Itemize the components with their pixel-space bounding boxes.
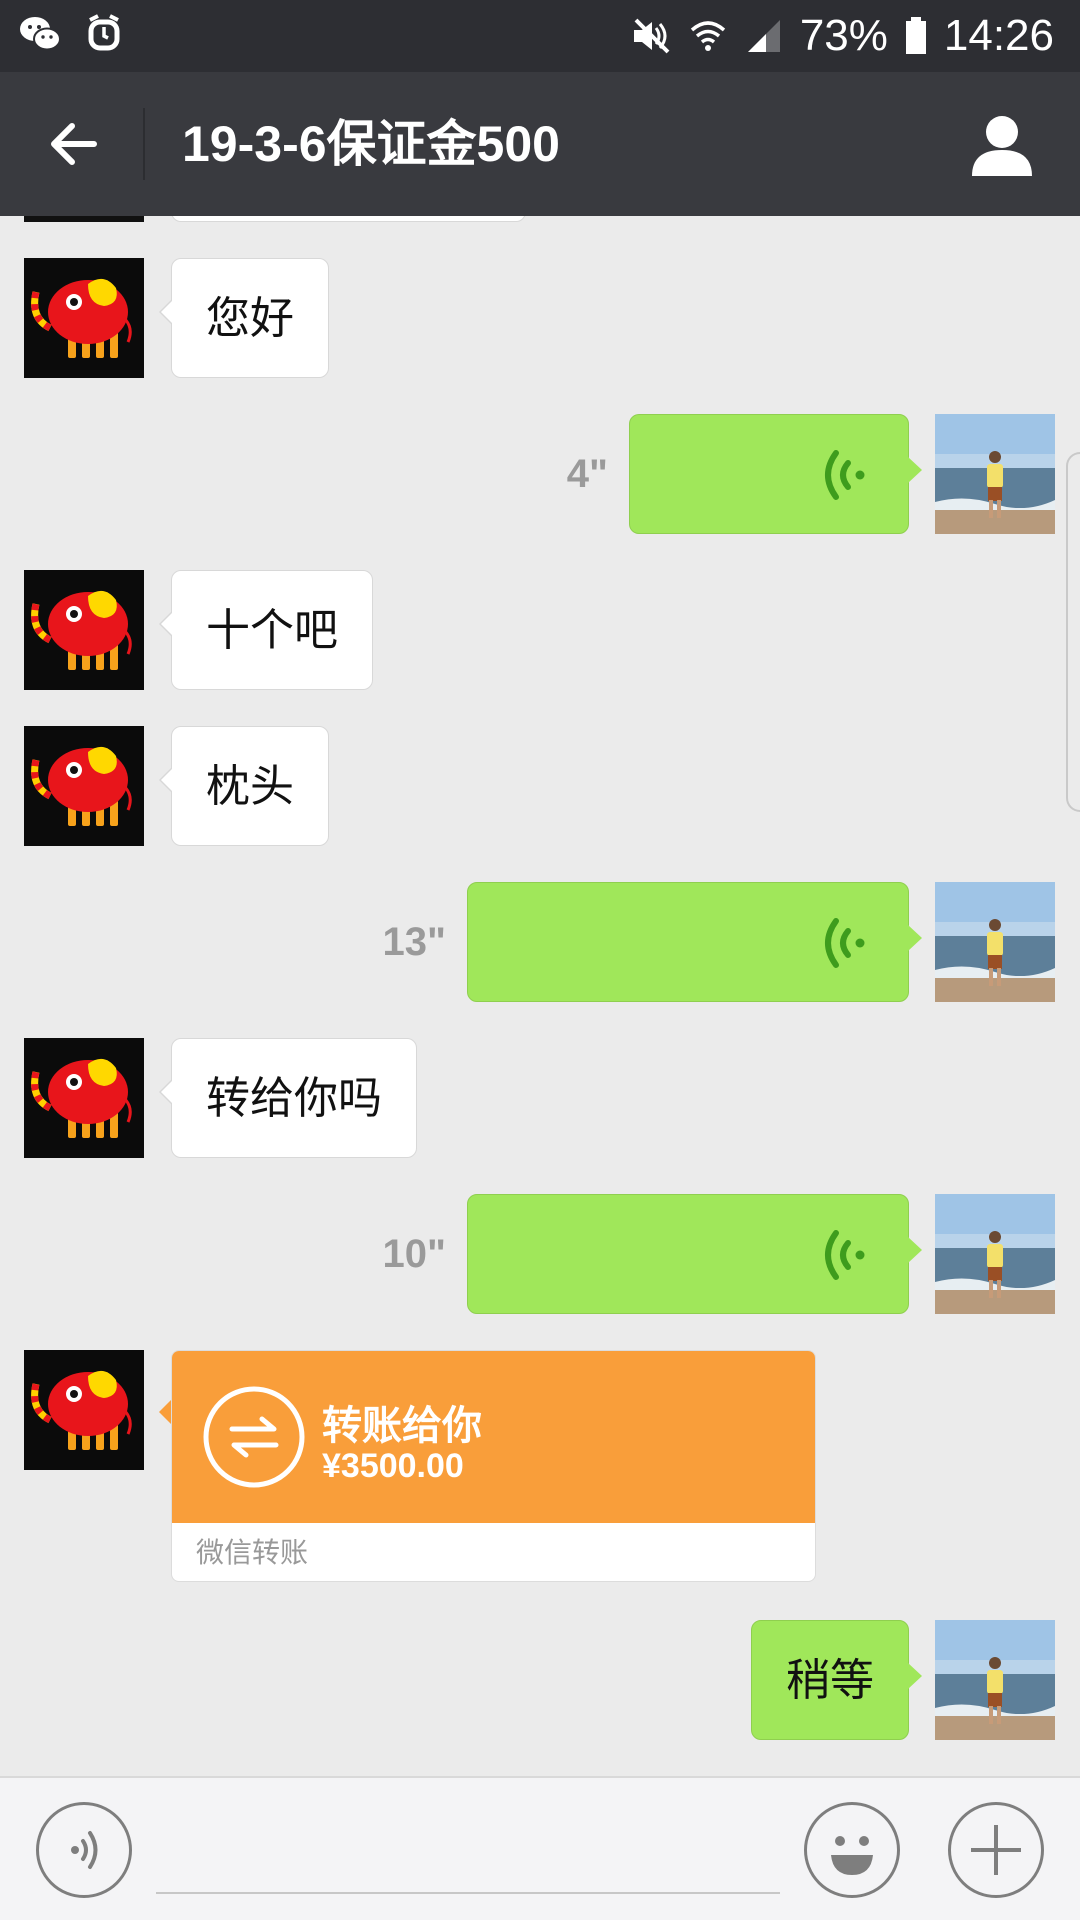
message-bubble[interactable]: 枕头 [159,726,329,846]
mute-icon [633,18,670,54]
message-row: 4" [0,414,1080,534]
battery-level: 73% [799,11,888,60]
transfer-amount: ¥3500.00 [322,1447,464,1485]
clock: 14:26 [943,11,1054,60]
elephant-avatar-icon [24,1038,144,1158]
message-row: 稍等 [0,1620,1080,1740]
title-divider [143,108,145,180]
message-bubble[interactable]: 转给你吗 [159,1038,417,1158]
contact-avatar[interactable] [24,1350,144,1470]
message-row: 十个吧 [0,570,1080,690]
message-row: 枕头 [0,726,1080,846]
elephant-avatar-icon [24,570,144,690]
input-bar [0,1776,1080,1920]
transfer-footer-label: 微信转账 [196,1536,309,1569]
signal-icon [747,20,780,52]
back-arrow-icon[interactable] [44,114,104,174]
scroll-indicator[interactable] [1066,452,1080,812]
transfer-pointer [159,1400,171,1424]
my-avatar[interactable] [935,1620,1055,1740]
plus-icon [971,1825,1021,1875]
battery-icon [905,17,926,54]
contact-avatar[interactable] [24,1038,144,1158]
transfer-card[interactable]: 转账给你 ¥3500.00 微信转账 [171,1350,816,1582]
beach-photo-avatar [935,882,1055,1002]
message-row: 转给你吗 [0,1038,1080,1158]
voice-duration: 10" [382,1232,446,1276]
voice-wave-icon [825,450,865,500]
my-avatar[interactable] [935,882,1055,1002]
transfer-title: 转账给你 [322,1403,482,1449]
voice-duration: 13" [382,920,446,964]
message-bubble[interactable]: 稍等 [751,1620,922,1740]
voice-message-bubble[interactable] [467,1194,922,1314]
message-bubble[interactable]: 您好 [159,258,329,378]
contact-avatar[interactable] [24,726,144,846]
message-row: 13" [0,882,1080,1002]
my-avatar[interactable] [935,1194,1055,1314]
message-row: 您好 [0,258,1080,378]
elephant-avatar-icon [24,1350,144,1470]
voice-input-button[interactable] [36,1802,132,1898]
message-row: 10" [0,1194,1080,1314]
message-bubble[interactable]: 十个吧 [159,570,373,690]
voice-duration: 4" [566,452,608,496]
previous-message-fragment [0,216,1080,222]
wifi-icon [690,21,725,51]
voice-message-bubble[interactable] [629,414,922,534]
more-options-button[interactable] [948,1802,1044,1898]
transfer-exchange-icon [203,1386,305,1488]
emoji-button[interactable] [804,1802,900,1898]
beach-photo-avatar [935,1194,1055,1314]
status-bar: 73% 14:26 [0,0,1080,72]
elephant-avatar-icon [24,258,144,378]
my-avatar[interactable] [935,414,1055,534]
title-bar: 19-3-6保证金500 [0,72,1080,216]
voice-wave-icon [825,918,865,968]
voice-message-bubble[interactable] [467,882,922,1002]
wechat-icon [20,17,61,51]
beach-photo-avatar [935,414,1055,534]
profile-icon[interactable] [968,110,1036,178]
emoji-icon [831,1836,873,1875]
beach-photo-avatar [935,1620,1055,1740]
message-row: 转账给你 ¥3500.00 微信转账 [0,1350,1080,1590]
elephant-avatar-icon [24,726,144,846]
transfer-card-header: 转账给你 ¥3500.00 [172,1351,815,1523]
chat-area[interactable]: 您好 4" 十个吧 枕头 13" 转给你吗 10" 转账给你 ¥3500.00 … [0,216,1080,1776]
voice-wave-icon [825,1230,865,1280]
voice-input-icon [71,1831,98,1869]
page-title: 19-3-6保证金500 [182,116,560,172]
contact-avatar[interactable] [24,258,144,378]
alarm-icon [88,14,120,51]
contact-avatar[interactable] [24,570,144,690]
message-input[interactable] [156,1818,780,1894]
